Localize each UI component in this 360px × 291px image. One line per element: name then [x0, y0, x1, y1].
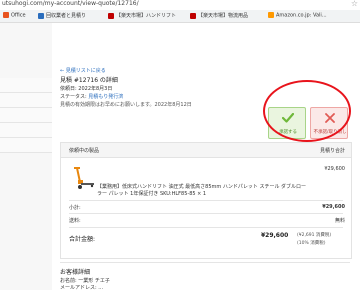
- bookmark-office[interactable]: Office: [3, 12, 26, 19]
- bookmark-4[interactable]: 【楽天市場】物流用品: [190, 12, 248, 19]
- divider: [69, 200, 343, 201]
- close-icon: [325, 113, 335, 123]
- accept-label: 承諾する: [279, 130, 297, 135]
- status-line: ステータス: 見積もり発行済: [60, 93, 123, 100]
- accept-quote-button[interactable]: 承諾する: [268, 107, 306, 139]
- bookmark-5[interactable]: Amazon.co.jp: Vali...: [268, 12, 327, 19]
- rakuten-icon: [190, 12, 196, 19]
- page-title: 見積 #12716 の詳細: [60, 77, 118, 84]
- rakuten-icon: [108, 12, 114, 19]
- col-subtotal: 見積り合計: [319, 148, 345, 154]
- product-name[interactable]: 【業務用】低床式ハンドリフト 油圧式 最低高さ85mm ハンドパレット スチール…: [97, 184, 307, 198]
- amazon-icon: [268, 12, 274, 18]
- bookmark-3[interactable]: 【楽天市場】ハンドリフト: [108, 12, 176, 19]
- reject-quote-button[interactable]: 不承諾/取り消し: [310, 107, 348, 139]
- total-label: 合計金額:: [69, 236, 96, 243]
- customer-name: お名前: 一業形 チエ子: [60, 278, 110, 284]
- col-product: 依頼中の製品: [69, 148, 100, 154]
- bookmarks-bar: Office 回収業者と見積り 【楽天市場】ハンドリフト 【楽天市場】物流用品 …: [0, 10, 360, 23]
- sidebar-item[interactable]: [0, 108, 52, 123]
- product-price: ¥29,600: [324, 166, 345, 172]
- office-icon: [3, 12, 9, 18]
- validity-note: 見積の有効期限はお早めにお願いします。2022年8月12日: [60, 102, 192, 108]
- shipping-value: 無料: [334, 218, 345, 224]
- shipping-label: 送料:: [69, 218, 81, 224]
- status-value: 見積もり発行済: [88, 94, 124, 100]
- customer-section-title: お客様詳細: [60, 269, 91, 276]
- table-header: 依頼中の製品 見積り合計: [61, 143, 351, 158]
- check-icon: [282, 113, 294, 123]
- section-divider: [60, 262, 350, 263]
- request-date: 依頼日: 2022年8月3日: [60, 86, 113, 92]
- reject-label: 不承諾/取り消し: [313, 130, 347, 135]
- address-bar[interactable]: utsuhogi.com/my-account/view-quote/12716…: [0, 0, 360, 10]
- product-thumbnail: [74, 167, 94, 189]
- divider: [69, 227, 343, 228]
- subtotal-value: ¥29,600: [322, 204, 345, 210]
- bookmark-2[interactable]: 回収業者と見積り: [38, 12, 86, 19]
- divider: [69, 213, 343, 214]
- status-label: ステータス:: [60, 94, 87, 100]
- account-sidebar: [0, 23, 52, 290]
- tax-note: (¥2,691 消費税): [297, 233, 332, 238]
- sidebar-item[interactable]: [0, 138, 52, 153]
- url-text: utsuhogi.com/my-account/view-quote/12716…: [2, 0, 139, 7]
- tax-rate: (10% 消費税): [297, 241, 326, 246]
- sidebar-item[interactable]: [0, 78, 52, 93]
- back-to-quotes-link[interactable]: ← 見積リストに戻る: [60, 67, 106, 74]
- subtotal-label: 小計:: [69, 205, 81, 211]
- sidebar-item[interactable]: [0, 123, 52, 138]
- sidebar-item[interactable]: [0, 93, 52, 108]
- page-icon: [38, 12, 44, 19]
- total-value: ¥29,600: [261, 232, 289, 239]
- bookmark-star-icon[interactable]: ☆: [351, 0, 358, 8]
- quote-items-table: 依頼中の製品 見積り合計 ¥29,600 【業務用】低床式ハンドリフト 油圧式 …: [60, 142, 352, 259]
